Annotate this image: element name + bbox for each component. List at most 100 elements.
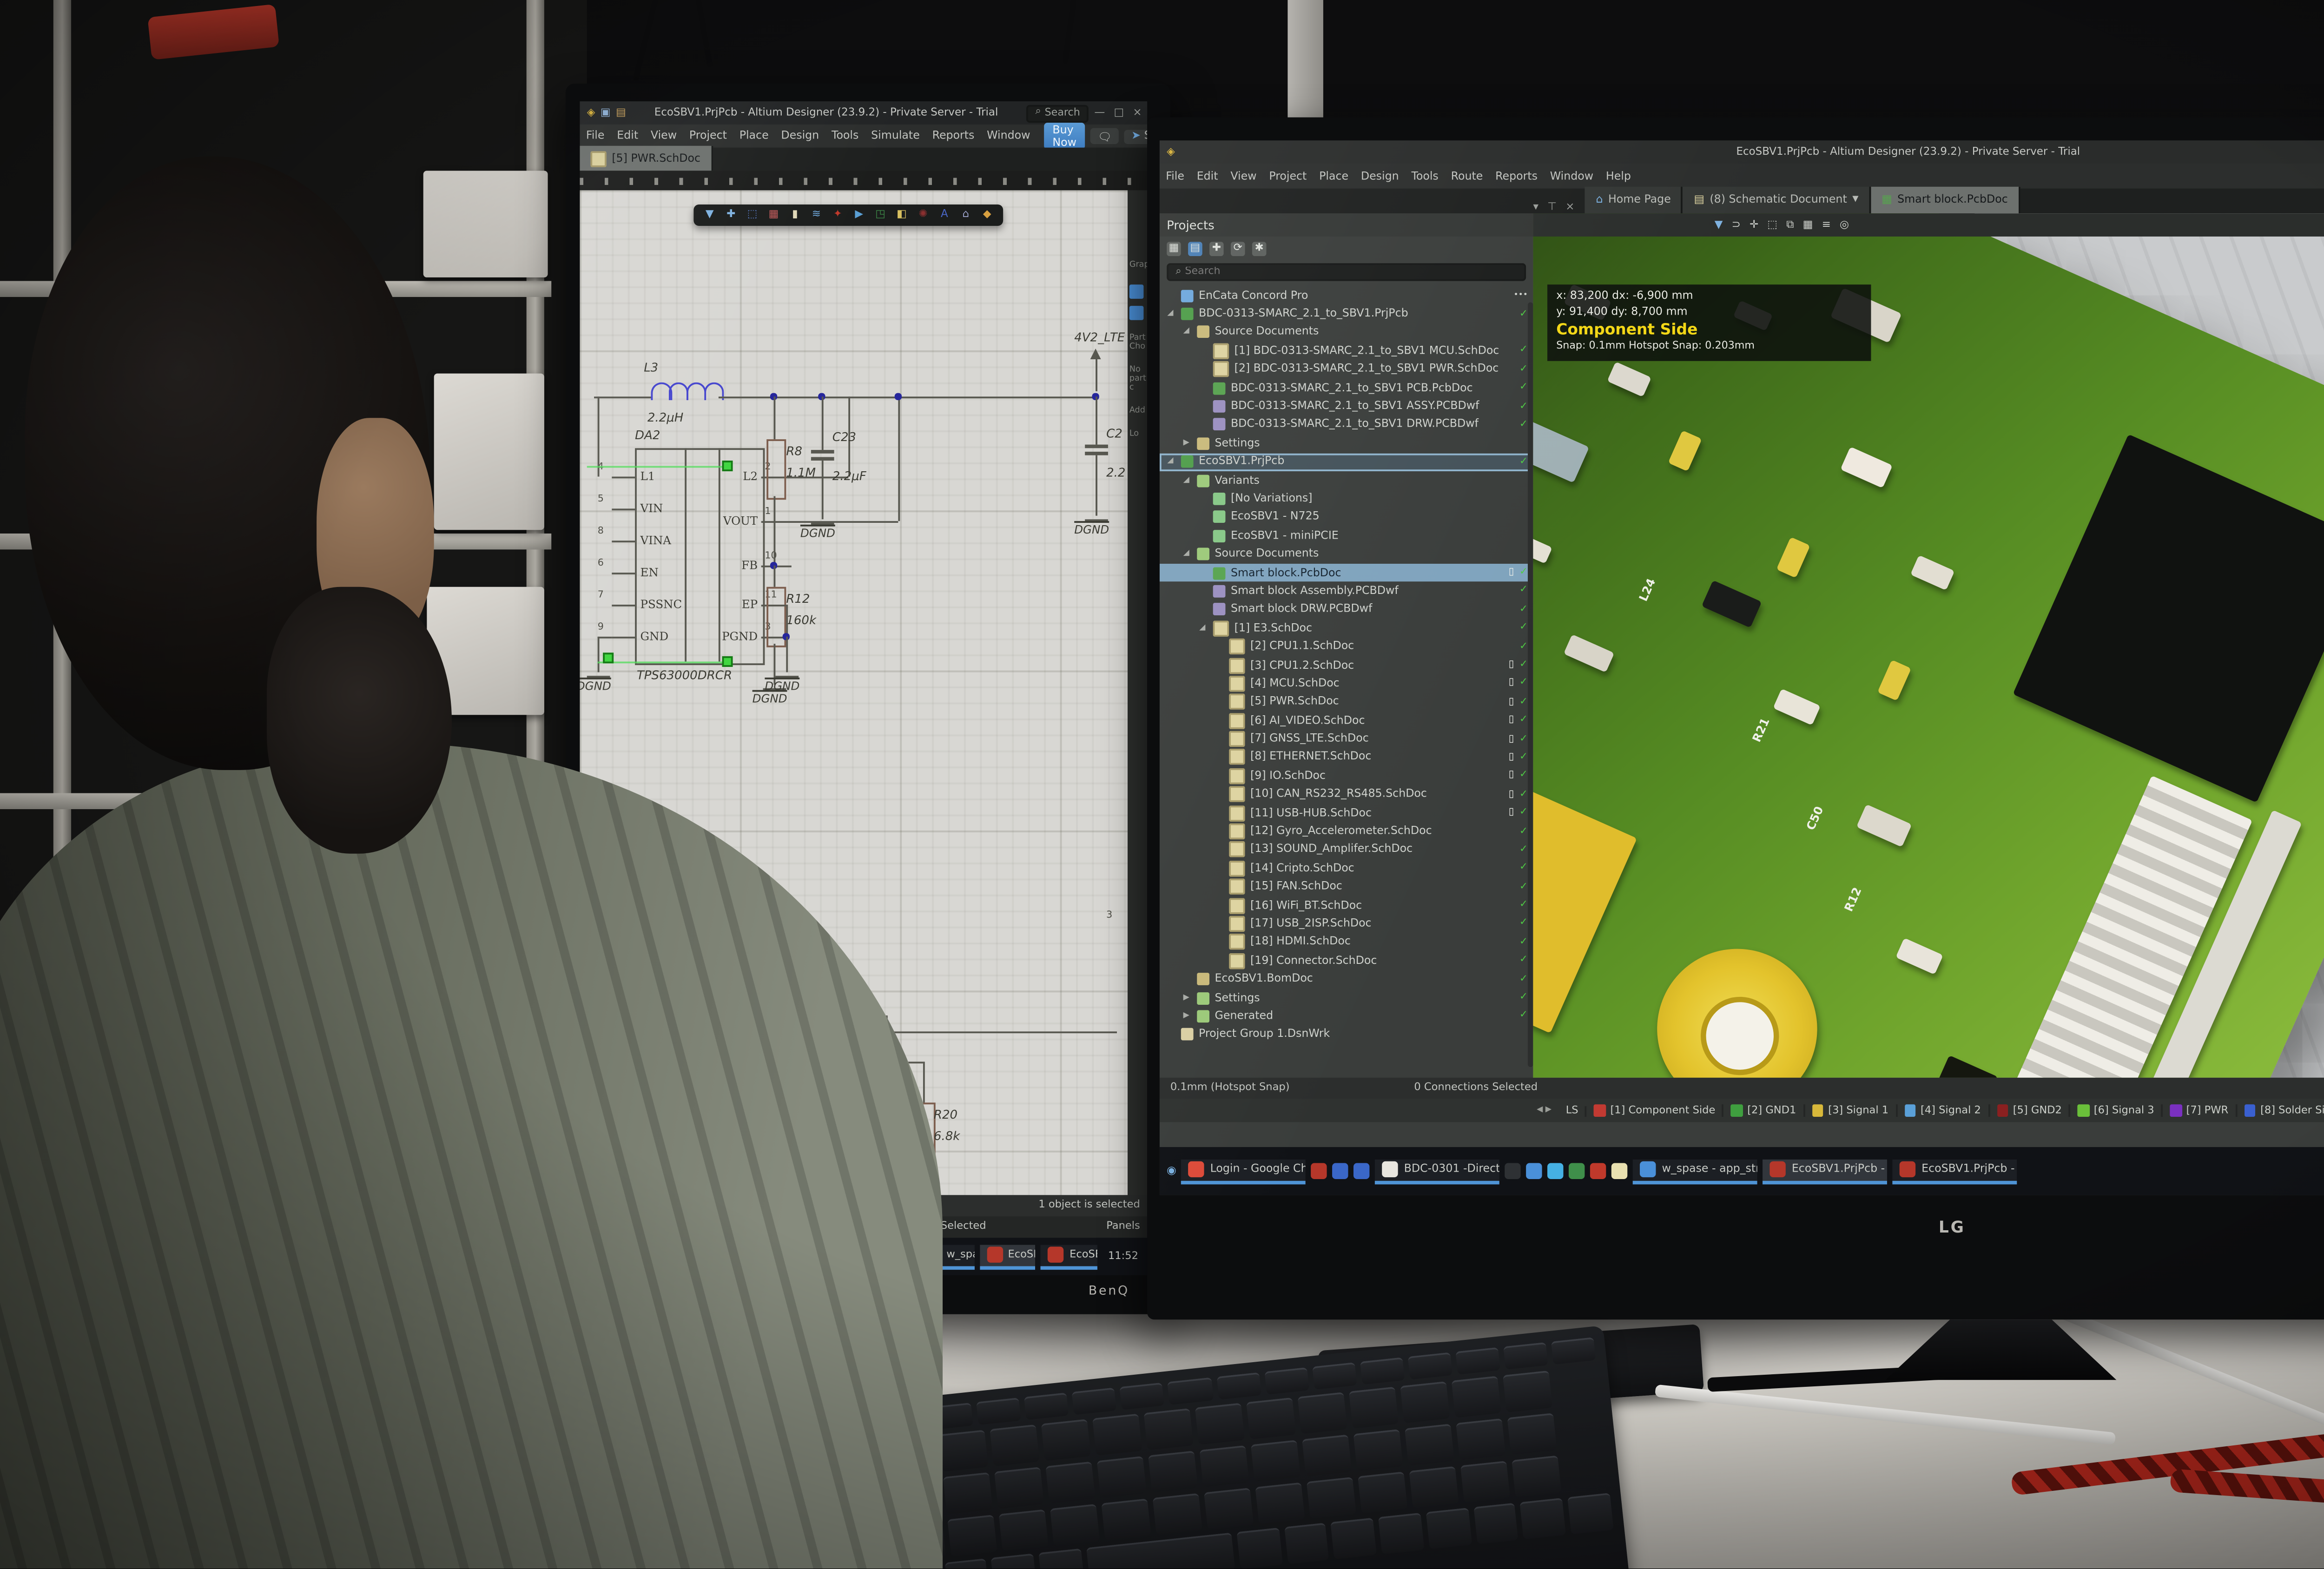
tree-item[interactable]: [16] WiFi_BT.SchDoc✓: [1160, 896, 1533, 915]
taskbar-icon-blue[interactable]: [1333, 1163, 1349, 1179]
tree-item[interactable]: BDC-0313-SMARC_2.1_to_SBV1 DRW.PCBDwf✓: [1160, 415, 1533, 434]
tree-item[interactable]: [14] Cripto.SchDoc✓: [1160, 859, 1533, 878]
toolbar-icon[interactable]: ▮: [788, 208, 802, 223]
keyboard-key[interactable]: [938, 1430, 988, 1471]
tree-item[interactable]: [12] Gyro_Accelerometer.SchDoc✓: [1160, 822, 1533, 841]
selection-handle[interactable]: [603, 653, 614, 663]
keyboard-key[interactable]: [1407, 1352, 1452, 1380]
tree-item[interactable]: [10] CAN_RS232_RS485.SchDoc▯✓: [1160, 785, 1533, 804]
keyboard-key[interactable]: [1298, 1392, 1347, 1434]
keyboard-key[interactable]: [1143, 1408, 1193, 1450]
settings-icon[interactable]: ✱: [1252, 242, 1267, 256]
keyboard-key[interactable]: [1426, 1508, 1472, 1549]
layer-tab-scroll[interactable]: ◀ ▶: [1537, 1106, 1552, 1115]
keyboard-key[interactable]: [1312, 1362, 1357, 1390]
menu-project[interactable]: Project: [1263, 170, 1313, 182]
menu-edit[interactable]: Edit: [1190, 170, 1224, 182]
taskbar-icon-skype[interactable]: [1548, 1163, 1564, 1179]
keyboard-key[interactable]: [1360, 1357, 1405, 1384]
keyboard-key[interactable]: [994, 1467, 1044, 1509]
tree-item[interactable]: Smart block Assembly.PCBDwf✓: [1160, 582, 1533, 600]
toolbar-icon[interactable]: ≋: [809, 208, 824, 223]
taskbar-icon-red[interactable]: [1591, 1163, 1606, 1179]
toolbar-icon[interactable]: ◧: [895, 208, 909, 223]
toolbar-icon[interactable]: ✦: [831, 208, 845, 223]
layer-tab--4-signal-2[interactable]: [4] Signal 2: [1897, 1105, 1990, 1116]
keyboard-key[interactable]: [1038, 1549, 1084, 1569]
keyboard-key[interactable]: [1255, 1482, 1305, 1524]
layer-tab--5-gnd2[interactable]: [5] GND2: [1990, 1105, 2071, 1116]
tree-item[interactable]: ◢Source Documents: [1160, 545, 1533, 564]
tree-item[interactable]: BDC-0313-SMARC_2.1_to_SBV1 ASSY.PCBDwf✓: [1160, 397, 1533, 416]
tree-item[interactable]: [8] ETHERNET.SchDoc▯✓: [1160, 748, 1533, 767]
tree-item[interactable]: [11] USB-HUB.SchDoc▯✓: [1160, 804, 1533, 822]
taskbar-window[interactable]: EcoSBV...: [979, 1244, 1036, 1269]
keyboard-key[interactable]: [1353, 1429, 1403, 1471]
taskbar-icon-blue[interactable]: [1354, 1163, 1370, 1179]
keyboard-key[interactable]: [1050, 1504, 1100, 1546]
sync-icon[interactable]: ⟳: [1231, 242, 1245, 256]
doc-tab--8-schematic-document[interactable]: ▤(8) Schematic Document ▼: [1684, 187, 1871, 213]
keyboard-key[interactable]: [1024, 1392, 1070, 1420]
keyboard-key[interactable]: [1101, 1498, 1151, 1540]
tree-item[interactable]: [9] IO.SchDoc▯✓: [1160, 767, 1533, 785]
keyboard-key[interactable]: [1405, 1424, 1454, 1465]
toolbar-icon[interactable]: ⬚: [745, 208, 759, 223]
menu-reports[interactable]: Reports: [1489, 170, 1544, 182]
expand-icon[interactable]: ◢: [1197, 624, 1208, 633]
taskbar-window[interactable]: EcoSBV...: [1041, 1244, 1097, 1269]
keyboard-key[interactable]: [1097, 1456, 1147, 1498]
keyboard-key[interactable]: [947, 1515, 997, 1556]
keyboard-key[interactable]: [1455, 1347, 1500, 1375]
tree-item[interactable]: Project Group 1.DsnWrk: [1160, 1025, 1533, 1044]
menu-file[interactable]: File: [1160, 170, 1190, 182]
toolbar-icon[interactable]: ✺: [916, 208, 931, 223]
component-icon[interactable]: ▦: [1803, 219, 1813, 231]
menu-window[interactable]: Window: [1544, 170, 1599, 182]
menu-help[interactable]: Help: [1600, 170, 1637, 182]
tree-item[interactable]: [3] CPU1.2.SchDoc▯✓: [1160, 656, 1533, 674]
layer-tab--2-gnd1[interactable]: [2] GND1: [1724, 1105, 1805, 1116]
layers-icon[interactable]: ≡: [1822, 219, 1831, 231]
add-folder-icon[interactable]: ✚: [1209, 242, 1224, 256]
keyboard-key[interactable]: [1409, 1466, 1459, 1508]
taskbar-window[interactable]: EcoSBV1.PrjPcb - Alti...: [1893, 1159, 2018, 1184]
keyboard-key[interactable]: [1473, 1503, 1519, 1544]
taskbar-icon-blue2[interactable]: [1527, 1163, 1543, 1179]
close-icon[interactable]: ×: [1133, 107, 1142, 119]
keyboard-key[interactable]: [1148, 1450, 1198, 1492]
keyboard-key[interactable]: [1041, 1419, 1091, 1461]
keyboard-key[interactable]: [1503, 1371, 1552, 1412]
keyboard-key[interactable]: [1460, 1461, 1510, 1503]
measure-icon[interactable]: ⧉: [1786, 218, 1794, 232]
menu-tools[interactable]: Tools: [1405, 170, 1445, 182]
toolbar-icon[interactable]: ✚: [724, 208, 738, 223]
panels-button[interactable]: Panels: [1106, 1222, 1140, 1233]
dropdown-icon[interactable]: ▾: [1533, 201, 1538, 213]
menu-route[interactable]: Route: [1445, 170, 1489, 182]
expand-icon[interactable]: ▶: [1181, 439, 1192, 448]
menu-place[interactable]: Place: [1313, 170, 1355, 182]
filter-icon[interactable]: ▼: [1715, 219, 1723, 231]
keyboard-key[interactable]: [1246, 1398, 1296, 1439]
tree-item[interactable]: [7] GNSS_LTE.SchDoc▯✓: [1160, 730, 1533, 748]
keyboard-key[interactable]: [1452, 1376, 1501, 1417]
tree-item[interactable]: ▶Generated✓: [1160, 1007, 1533, 1026]
scrollbar[interactable]: [1528, 303, 1533, 1067]
taskbar-window[interactable]: BDC-0301 -Direct Driv...: [1375, 1159, 1500, 1184]
tree-item[interactable]: BDC-0313-SMARC_2.1_to_SBV1 PCB.PcbDoc✓: [1160, 379, 1533, 397]
keyboard-key[interactable]: [1216, 1372, 1261, 1400]
projects-search[interactable]: ⌕: [1167, 263, 1526, 281]
layer-tab--8-solder-side[interactable]: [8] Solder Side: [2237, 1105, 2324, 1116]
view-icon[interactable]: ◎: [1840, 219, 1849, 231]
expand-icon[interactable]: ◢: [1165, 310, 1175, 318]
keyboard-key[interactable]: [1331, 1517, 1377, 1559]
tree-item[interactable]: [13] SOUND_Amplifer.SchDoc✓: [1160, 841, 1533, 859]
taskbar-icon-green[interactable]: [1570, 1163, 1585, 1179]
layer-tab-ls[interactable]: LS: [1558, 1105, 1587, 1116]
toolbar-icon[interactable]: ⌂: [958, 208, 973, 223]
layer-tab--1-component-side[interactable]: [1] Component Side: [1587, 1105, 1724, 1116]
taskbar-window[interactable]: w_spase - app_stm32l...: [1633, 1159, 1758, 1184]
keyboard-key[interactable]: [1400, 1381, 1450, 1423]
keyboard-key[interactable]: [1168, 1378, 1213, 1405]
